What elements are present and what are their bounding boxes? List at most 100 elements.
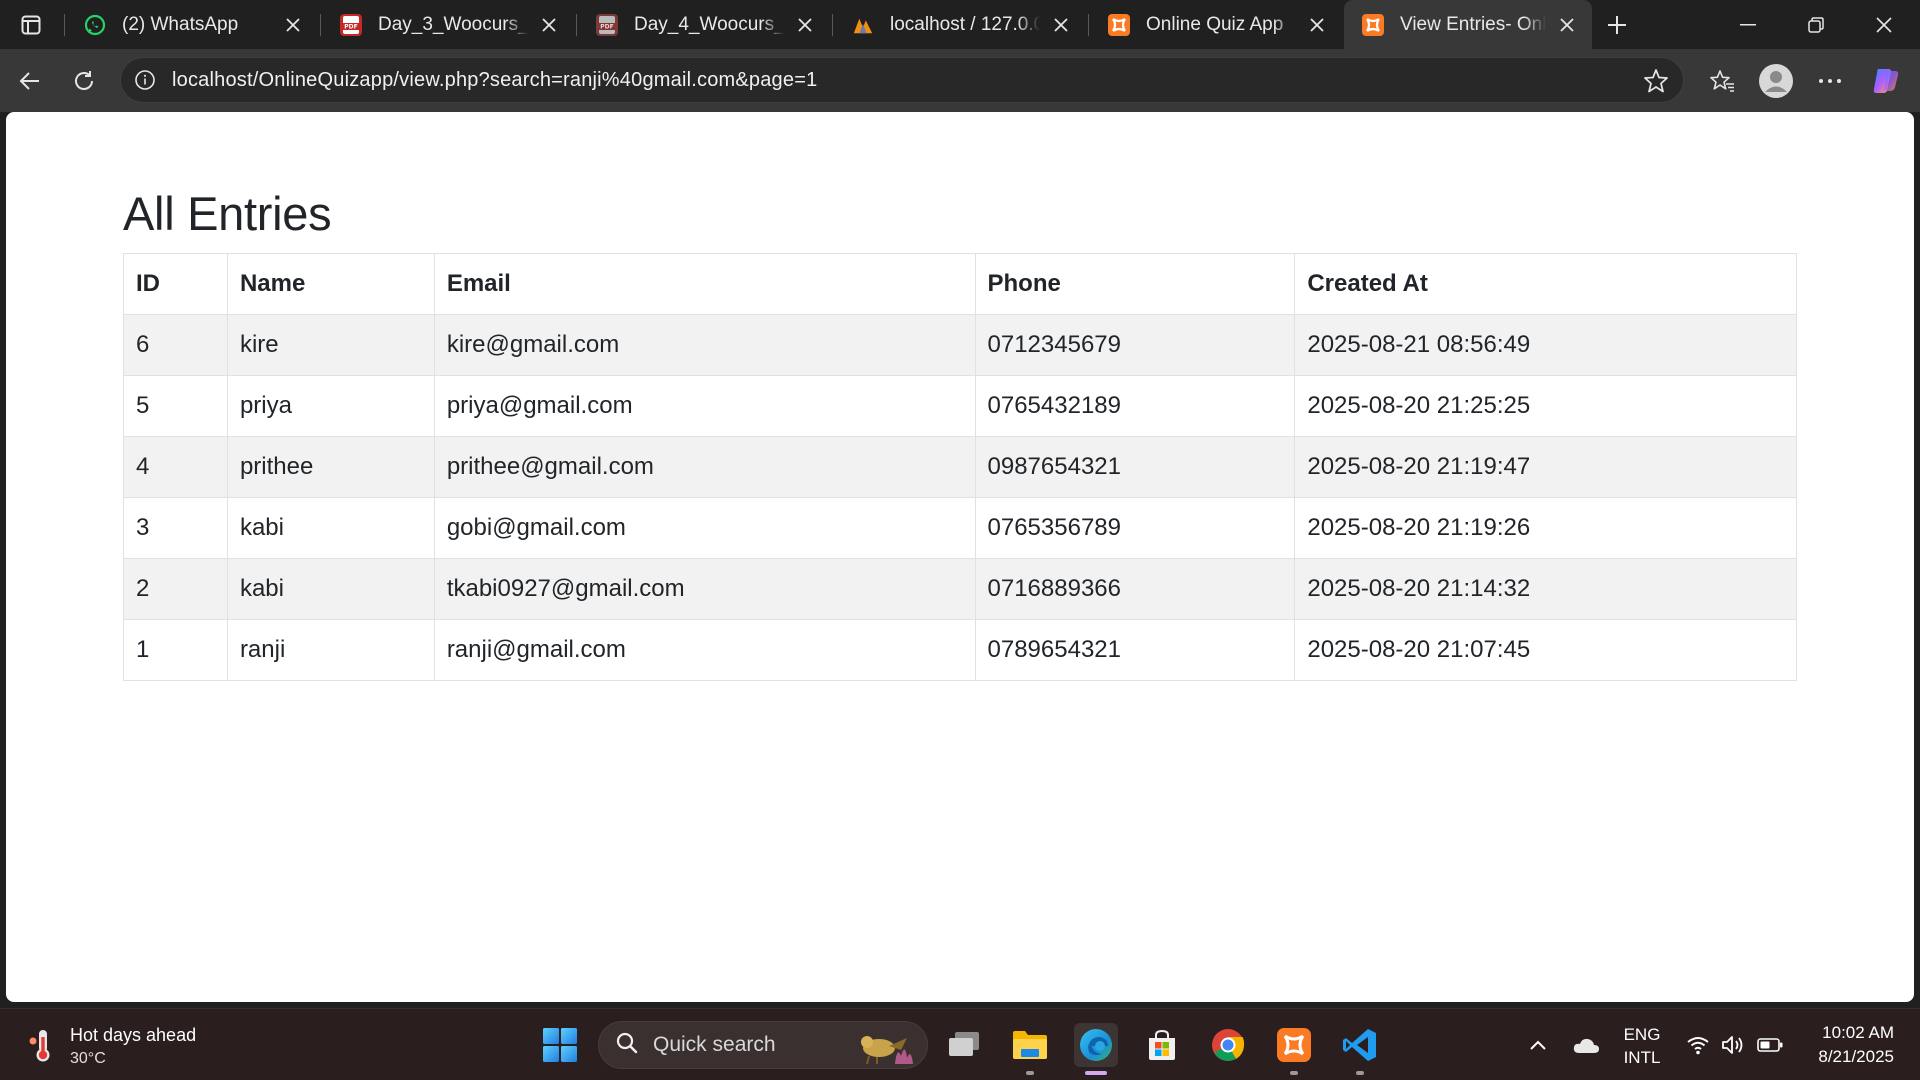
cell-created-at: 2025-08-20 21:19:47 (1294, 436, 1797, 498)
close-tab-icon[interactable] (280, 12, 306, 38)
close-window-icon[interactable] (1852, 0, 1916, 49)
cell-email: ranji@gmail.com (433, 619, 976, 681)
cell-id: 4 (123, 436, 228, 498)
close-tab-icon[interactable] (1554, 12, 1580, 38)
cell-name: kabi (226, 497, 435, 559)
column-header-phone: Phone (974, 253, 1296, 315)
cell-id: 6 (123, 314, 228, 376)
clock-date: 8/21/2025 (1818, 1047, 1894, 1066)
more-options-icon[interactable] (1812, 63, 1848, 99)
favorite-star-icon[interactable] (1643, 68, 1669, 99)
cell-email: tkabi0927@gmail.com (433, 558, 976, 620)
vscode-icon[interactable] (1338, 1023, 1382, 1075)
cell-email: priya@gmail.com (433, 375, 976, 437)
language-code: ENG (1623, 1025, 1661, 1044)
cell-name: kabi (226, 558, 435, 620)
cell-id: 1 (123, 619, 228, 681)
cell-name: priya (226, 375, 435, 437)
svg-text:PDF: PDF (600, 23, 613, 30)
volume-icon[interactable] (1716, 1009, 1750, 1080)
wifi-icon[interactable] (1680, 1009, 1716, 1080)
taskbar: Hot days ahead 30°C Quick search ENG INT… (0, 1008, 1920, 1080)
minimize-icon[interactable] (1716, 0, 1780, 49)
site-info-icon[interactable] (134, 69, 156, 91)
tab-title: Day_3_Woocurs_Internship (378, 13, 528, 35)
tab-separator (576, 14, 577, 36)
cell-created-at: 2025-08-20 21:25:25 (1294, 375, 1797, 437)
running-indicator (1356, 1071, 1364, 1075)
tab-actions-icon[interactable] (14, 11, 48, 39)
refresh-icon[interactable] (66, 63, 102, 99)
language-indicator[interactable]: ENG INTL (1618, 1023, 1666, 1069)
table-row: 5 priya priya@gmail.com 0765432189 2025-… (123, 375, 1797, 437)
table-row: 4 prithee prithee@gmail.com 0987654321 2… (123, 436, 1797, 498)
close-tab-icon[interactable] (1048, 12, 1074, 38)
cell-phone: 0765356789 (974, 497, 1296, 559)
close-tab-icon[interactable] (1304, 12, 1330, 38)
edge-browser-icon[interactable] (1074, 1023, 1118, 1075)
profile-avatar[interactable] (1758, 63, 1794, 99)
tab-title: Day_4_Woocurs_Internship (634, 13, 784, 35)
tab-title: (2) WhatsApp (122, 13, 239, 35)
cell-phone: 0712345679 (974, 314, 1296, 376)
cell-name: ranji (226, 619, 435, 681)
thermometer-icon (28, 1027, 56, 1068)
tab-day4-pdf[interactable]: PDF Day_4_Woocurs_Internship (578, 0, 830, 49)
pdf-icon: PDF (340, 13, 362, 36)
cell-phone: 0789654321 (974, 619, 1296, 681)
file-explorer-icon[interactable] (1008, 1023, 1052, 1075)
onedrive-cloud-icon[interactable] (1566, 1009, 1606, 1080)
cell-email: kire@gmail.com (433, 314, 976, 376)
table-header-row: ID Name Email Phone Created At (123, 253, 1797, 315)
tab-phpmyadmin[interactable]: localhost / 127.0.0.1 (834, 0, 1086, 49)
chrome-icon[interactable] (1206, 1023, 1250, 1067)
battery-icon[interactable] (1752, 1009, 1788, 1080)
task-view-icon[interactable] (942, 1023, 986, 1067)
page-title: All Entries (123, 187, 332, 240)
tab-title: Online Quiz App (1146, 13, 1284, 35)
tab-title: View Entries- Online Quiz App (1400, 13, 1546, 35)
system-clock[interactable]: 10:02 AM 8/21/2025 (1790, 1021, 1894, 1069)
tab-whatsapp[interactable]: (2) WhatsApp (66, 0, 318, 49)
pdf-icon: PDF (596, 13, 618, 36)
entries-table: ID Name Email Phone Created At 6 kire ki… (123, 253, 1797, 681)
back-arrow-icon[interactable] (12, 63, 48, 99)
cell-created-at: 2025-08-20 21:07:45 (1294, 619, 1797, 681)
phpmyadmin-icon (852, 14, 874, 36)
table-row: 6 kire kire@gmail.com 0712345679 2025-08… (123, 314, 1797, 376)
search-icon (615, 1031, 639, 1060)
whatsapp-icon (84, 14, 106, 36)
cell-created-at: 2025-08-20 21:14:32 (1294, 558, 1797, 620)
close-tab-icon[interactable] (536, 12, 562, 38)
close-tab-icon[interactable] (792, 12, 818, 38)
tab-day3-pdf[interactable]: PDF Day_3_Woocurs_Internship (322, 0, 574, 49)
address-bar[interactable]: localhost/OnlineQuizapp/view.php?search=… (120, 57, 1684, 103)
microsoft-store-icon[interactable] (1140, 1023, 1184, 1067)
tab-separator (64, 14, 65, 36)
svg-text:PDF: PDF (344, 23, 357, 30)
xampp-icon[interactable] (1272, 1023, 1316, 1075)
clock-time: 10:02 AM (1822, 1023, 1894, 1042)
cell-name: kire (226, 314, 435, 376)
windows-start-icon[interactable] (538, 1023, 582, 1067)
copilot-icon[interactable] (1868, 63, 1904, 99)
column-header-id: ID (123, 253, 228, 315)
show-hidden-icons-chevron-icon[interactable] (1518, 1009, 1558, 1080)
weather-headline: Hot days ahead (70, 1025, 197, 1045)
taskbar-search[interactable]: Quick search (598, 1021, 928, 1069)
tab-online-quiz-app[interactable]: Online Quiz App (1090, 0, 1342, 49)
new-tab-button[interactable] (1602, 10, 1632, 40)
url-text[interactable]: localhost/OnlineQuizapp/view.php?search=… (172, 69, 817, 92)
cell-id: 5 (123, 375, 228, 437)
tab-strip: (2) WhatsApp PDF Day_3_Woocurs_Internshi… (0, 0, 1920, 49)
weather-widget[interactable]: Hot days ahead 30°C (28, 1023, 196, 1071)
running-indicator (1026, 1071, 1034, 1075)
search-placeholder: Quick search (653, 1033, 776, 1056)
column-header-created-at: Created At (1294, 253, 1797, 315)
restore-icon[interactable] (1784, 0, 1848, 49)
search-highlight-bird-icon (849, 1026, 919, 1071)
favorites-icon[interactable] (1704, 63, 1740, 99)
tab-view-entries[interactable]: View Entries- Online Quiz App (1344, 0, 1592, 49)
keyboard-layout: INTL (1623, 1048, 1661, 1067)
tab-separator (320, 14, 321, 36)
